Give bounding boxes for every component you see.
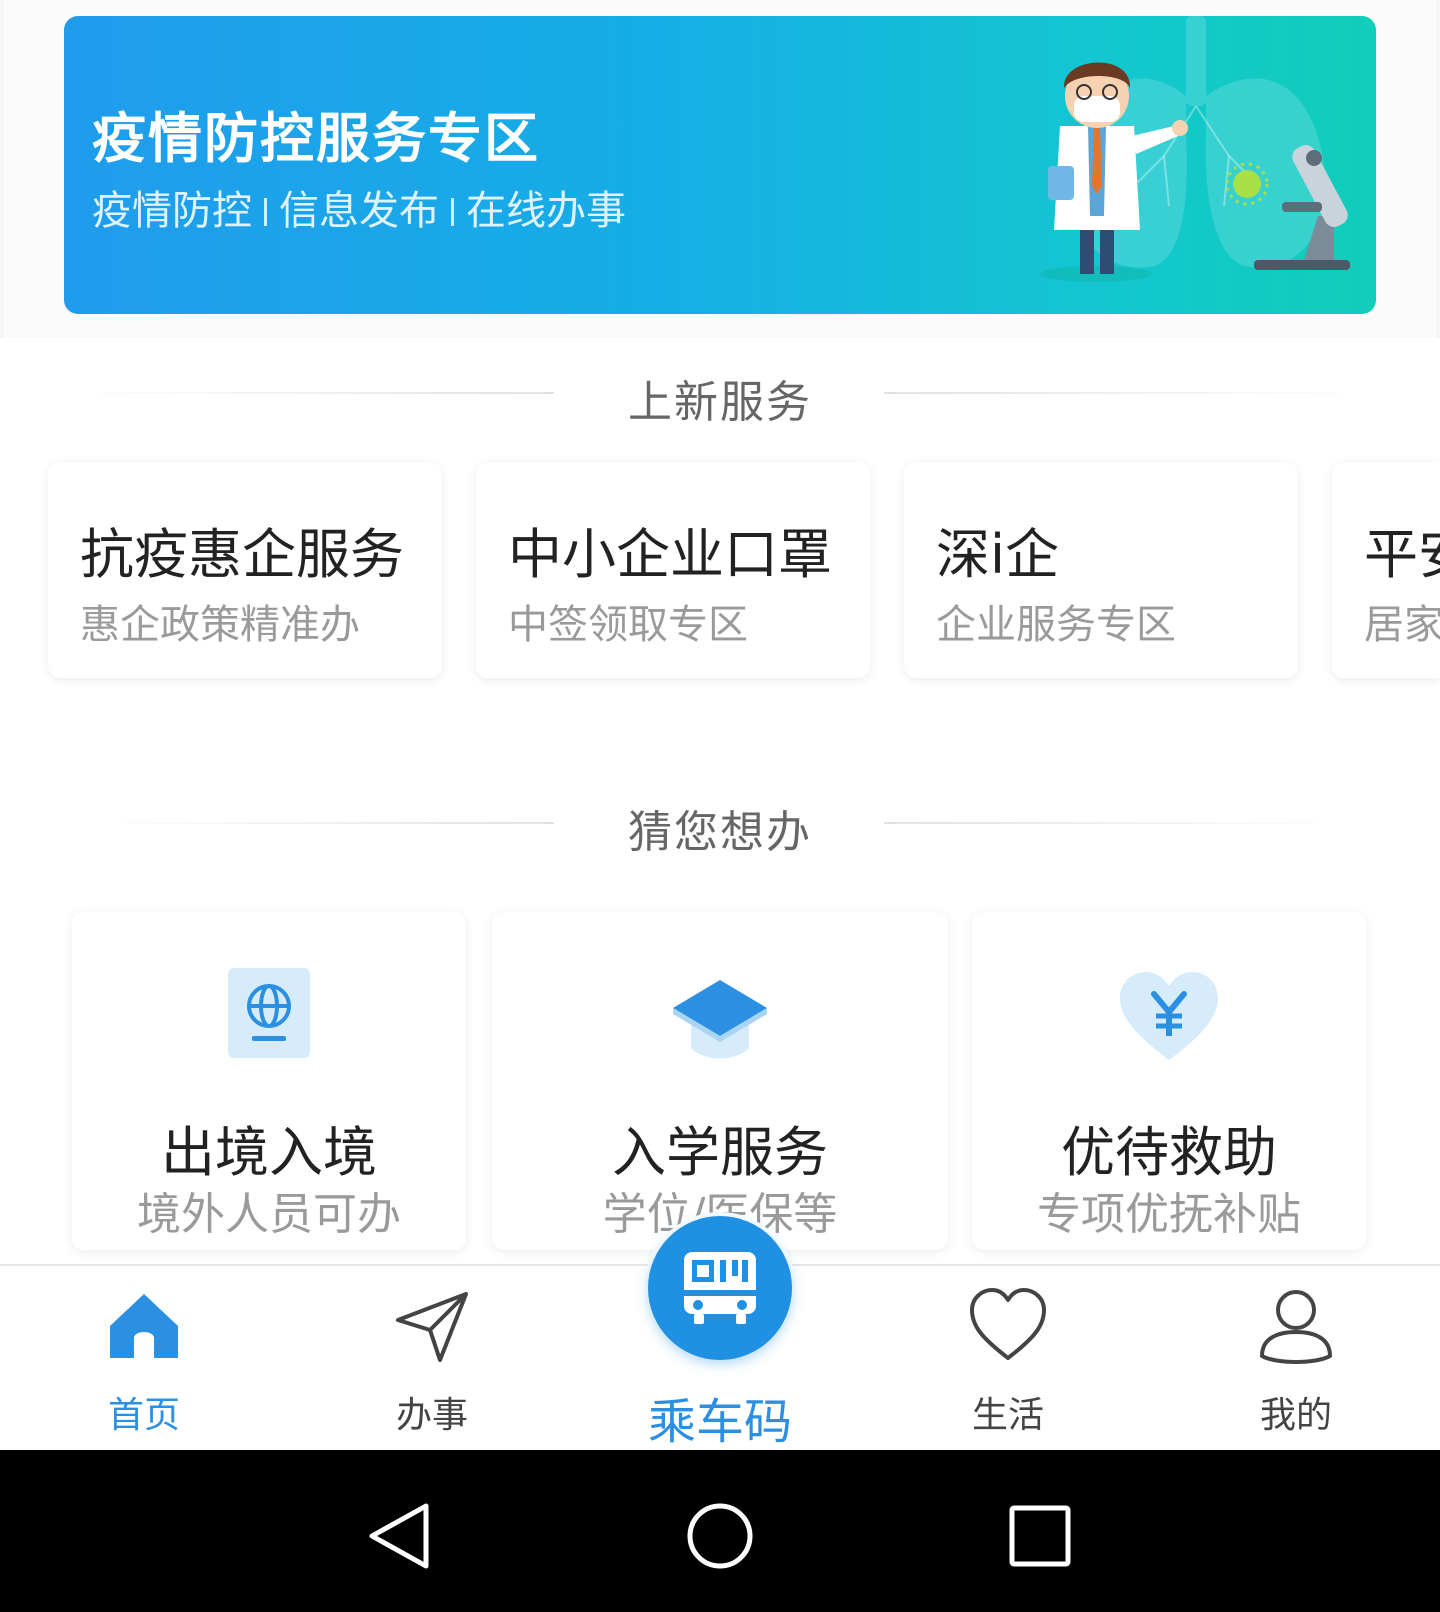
new-services-title: 上新服务 xyxy=(628,377,812,428)
service-card-masks[interactable]: 中小企业口罩 中签领取专区 xyxy=(476,462,870,678)
home-icon xyxy=(110,1294,178,1358)
banner-separator xyxy=(451,198,454,226)
guess-card-subtitle: 境外人员可办 xyxy=(137,1189,401,1240)
service-card-enterprise[interactable]: 深i企 企业服务专区 xyxy=(904,462,1298,678)
heart-icon xyxy=(970,1288,1046,1360)
banner-sub-item-2: 信息发布 xyxy=(279,188,439,234)
divider-line xyxy=(884,822,1342,824)
graduation-cap-icon xyxy=(673,980,767,1059)
doctor-illustration xyxy=(1040,16,1350,282)
ride-code-button[interactable] xyxy=(644,1212,796,1364)
guess-card-title: 入学服务 xyxy=(612,1121,828,1184)
banner-separator xyxy=(264,198,267,226)
bus-qr-icon xyxy=(684,1252,756,1324)
guess-card-school[interactable]: 入学服务 学位/医保等 xyxy=(492,912,948,1250)
service-card-title: 中小企业口罩 xyxy=(508,523,832,586)
service-card-subtitle: 惠企政策精准办 xyxy=(80,602,360,648)
banner-sub-item-1: 疫情防控 xyxy=(92,188,252,234)
home-circle-icon[interactable] xyxy=(680,1496,760,1576)
new-services-header: 上新服务 xyxy=(0,362,1440,428)
guess-title: 猜您想办 xyxy=(628,807,812,858)
back-icon[interactable] xyxy=(360,1496,440,1576)
banner-sub-item-3: 在线办事 xyxy=(466,188,626,234)
service-card-title: 平安 xyxy=(1364,523,1440,586)
system-navigation-bar xyxy=(0,1450,1440,1612)
epidemic-banner[interactable]: 疫情防控服务专区 疫情防控 信息发布 在线办事 xyxy=(64,16,1376,314)
divider-line xyxy=(884,392,1364,394)
guess-card-immigration[interactable]: 出境入境 境外人员可办 xyxy=(72,912,466,1250)
service-card-subtitle: 中签领取专区 xyxy=(508,602,748,648)
guess-header: 猜您想办 xyxy=(0,792,1440,858)
service-card-title: 深i企 xyxy=(936,523,1060,586)
banner-subtitle: 疫情防控 信息发布 在线办事 xyxy=(92,178,626,236)
service-card-partial[interactable]: 平安 居家 xyxy=(1332,462,1440,678)
service-card-subtitle: 居家 xyxy=(1364,602,1440,648)
guess-card-title: 优待救助 xyxy=(1061,1121,1277,1184)
heart-yen-icon xyxy=(1120,972,1218,1060)
guess-card-title: 出境入境 xyxy=(161,1121,377,1184)
user-icon xyxy=(1260,1290,1332,1364)
service-card-subtitle: 企业服务专区 xyxy=(936,602,1176,648)
ride-code-button-circle xyxy=(648,1216,792,1360)
guess-card-relief[interactable]: 优待救助 专项优抚补贴 xyxy=(972,912,1366,1250)
passport-globe-icon xyxy=(228,968,310,1058)
guess-card-subtitle: 专项优抚补贴 xyxy=(1037,1189,1301,1240)
send-icon xyxy=(396,1292,468,1362)
banner-title: 疫情防控服务专区 xyxy=(92,107,540,170)
service-card-title: 抗疫惠企服务 xyxy=(80,523,404,586)
service-card-anti-epidemic[interactable]: 抗疫惠企服务 惠企政策精准办 xyxy=(48,462,442,678)
ride-code-label[interactable]: 乘车码 xyxy=(0,1382,1440,1452)
recent-apps-icon[interactable] xyxy=(1000,1496,1080,1576)
